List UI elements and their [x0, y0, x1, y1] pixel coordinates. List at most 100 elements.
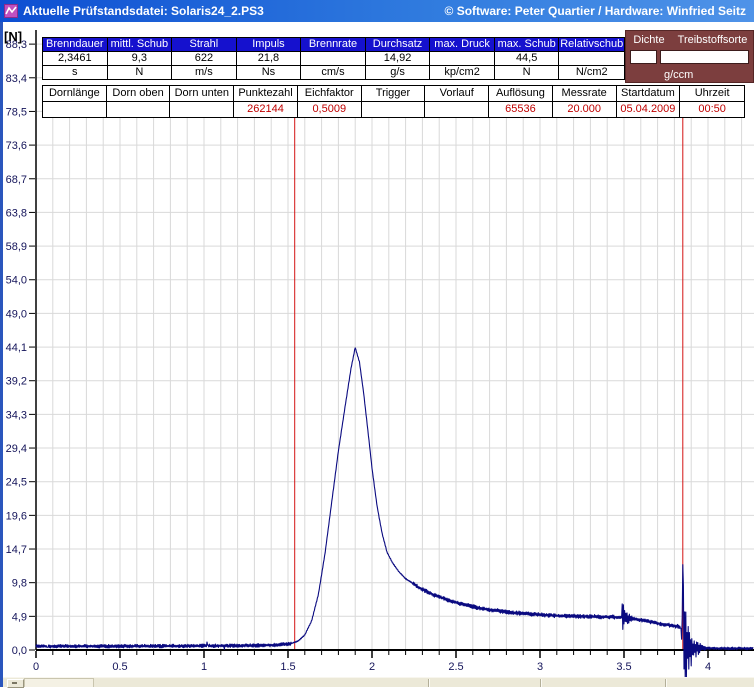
results-unit-cell: kp/cm2 [430, 66, 495, 79]
y-tick-label: 58,9 [6, 241, 27, 253]
y-tick-label: 39,2 [6, 376, 27, 388]
x-tick-label: 0 [33, 661, 39, 673]
density-label: Dichte [626, 34, 672, 46]
settings-header-cell: Startdatum [617, 86, 681, 101]
settings-value-cell [43, 102, 107, 117]
results-table: Brenndauermittl. SchubStrahlImpulsBrennr… [42, 37, 625, 80]
results-header-cell: max. Druck [430, 38, 495, 51]
results-value-cell [559, 52, 624, 65]
titlebar[interactable]: Aktuelle Prüfstandsdatei: Solaris24_2.PS… [0, 0, 754, 22]
bottom-window-strip [3, 677, 754, 687]
results-header-cell: Durchsatz [366, 38, 431, 51]
results-value-cell: 9,3 [108, 52, 173, 65]
settings-header-cell: Uhrzeit [680, 86, 744, 101]
results-header-row: Brenndauermittl. SchubStrahlImpulsBrennr… [43, 38, 624, 52]
y-tick-label: 24,5 [6, 477, 27, 489]
results-unit-cell: g/s [366, 66, 431, 79]
settings-header-cell: Messrate [553, 86, 617, 101]
data-block: Dichte Treibstoffsorte g/ccm Brenndauerm… [42, 30, 754, 116]
bottom-strip-separator [428, 679, 430, 687]
app-icon [4, 4, 18, 18]
settings-value-row: 2621440,50096553620.00005.04.200900:50 [43, 102, 744, 117]
app-window: { "window": { "title": "Aktuelle Prüfsta… [0, 0, 754, 687]
y-tick-label: 78,5 [6, 106, 27, 118]
bottom-strip-separator [665, 679, 667, 687]
y-tick-label: 83,4 [6, 73, 27, 85]
bottom-strip-separator [540, 679, 542, 687]
x-tick-label: 3.5 [616, 661, 631, 673]
results-value-cell: 2,3461 [43, 52, 108, 65]
fuel-type-input[interactable] [660, 50, 749, 64]
settings-value-cell: 0,5009 [298, 102, 362, 117]
settings-header-row: DornlängeDorn obenDorn untenPunktezahlEi… [43, 86, 744, 102]
results-header-cell: max. Schub [495, 38, 560, 51]
software-credit: © Software: Peter Quartier / Hardware: W… [445, 4, 746, 18]
results-value-cell: 14,92 [366, 52, 431, 65]
results-header-cell: Brennrate [301, 38, 366, 51]
settings-value-cell: 05.04.2009 [617, 102, 681, 117]
y-tick-label: 14,7 [6, 544, 27, 556]
settings-value-cell: 262144 [234, 102, 298, 117]
settings-header-cell: Dorn oben [107, 86, 171, 101]
density-unit-label: g/ccm [664, 69, 693, 81]
settings-table: DornlängeDorn obenDorn untenPunktezahlEi… [42, 85, 745, 118]
y-tick-label: 63,8 [6, 207, 27, 219]
y-tick-label: 0,0 [12, 645, 27, 657]
x-tick-label: 2 [369, 661, 375, 673]
results-unit-cell: Ns [237, 66, 302, 79]
fuel-panel-labels: Dichte Treibstoffsorte [626, 34, 753, 46]
results-header-cell: Relativschub [559, 38, 624, 51]
x-tick-label: 1.5 [280, 661, 295, 673]
results-header-cell: mittl. Schub [108, 38, 173, 51]
bottom-strip-tab[interactable] [24, 678, 94, 687]
density-input[interactable] [630, 50, 657, 64]
window-title: Aktuelle Prüfstandsdatei: Solaris24_2.PS… [23, 4, 264, 18]
results-value-cell: 44,5 [495, 52, 560, 65]
x-tick-label: 4 [705, 661, 711, 673]
thrust-curve [36, 348, 753, 677]
x-tick-label: 3 [537, 661, 543, 673]
results-unit-cell: cm/s [301, 66, 366, 79]
results-unit-cell: m/s [172, 66, 237, 79]
settings-header-cell: Punktezahl [234, 86, 298, 101]
settings-header-cell: Dorn unten [170, 86, 234, 101]
results-value-cell [301, 52, 366, 65]
y-tick-label: 54,0 [6, 275, 27, 287]
settings-value-cell [107, 102, 171, 117]
settings-header-cell: Dornlänge [43, 86, 107, 101]
results-header-cell: Strahl [172, 38, 237, 51]
results-unit-cell: N [495, 66, 560, 79]
results-value-row: 2,34619,362221,8 14,92 44,5 [43, 52, 624, 66]
y-tick-label: 4,9 [12, 611, 27, 623]
x-tick-label: 0.5 [112, 661, 127, 673]
y-axis-unit-label: [N] [4, 29, 22, 44]
settings-value-cell: 00:50 [680, 102, 744, 117]
y-tick-label: 49,0 [6, 308, 27, 320]
results-value-cell: 21,8 [237, 52, 302, 65]
settings-value-cell: 65536 [489, 102, 553, 117]
y-tick-label: 34,3 [6, 409, 27, 421]
x-tick-label: 2.5 [448, 661, 463, 673]
thrust-chart: 0,04,99,814,719,624,529,434,339,244,149,… [0, 22, 754, 677]
y-tick-label: 68,7 [6, 174, 27, 186]
results-value-cell [430, 52, 495, 65]
x-tick-label: 1 [201, 661, 207, 673]
results-header-cell: Impuls [237, 38, 302, 51]
results-unit-cell: N/cm2 [559, 66, 624, 79]
settings-value-cell [362, 102, 426, 117]
results-header-cell: Brenndauer [43, 38, 108, 51]
settings-value-cell [170, 102, 234, 117]
y-tick-label: 9,8 [12, 578, 27, 590]
settings-header-cell: Vorlauf [425, 86, 489, 101]
settings-value-cell [425, 102, 489, 117]
fuel-panel: Dichte Treibstoffsorte g/ccm [625, 30, 754, 83]
results-value-cell: 622 [172, 52, 237, 65]
fuel-type-label: Treibstoffsorte [672, 34, 753, 46]
y-tick-label: 44,1 [6, 342, 27, 354]
results-unit-cell: s [43, 66, 108, 79]
y-tick-label: 19,6 [6, 510, 27, 522]
results-unit-cell: N [108, 66, 173, 79]
settings-header-cell: Auflösung [489, 86, 553, 101]
y-tick-label: 73,6 [6, 140, 27, 152]
settings-header-cell: Trigger [362, 86, 426, 101]
